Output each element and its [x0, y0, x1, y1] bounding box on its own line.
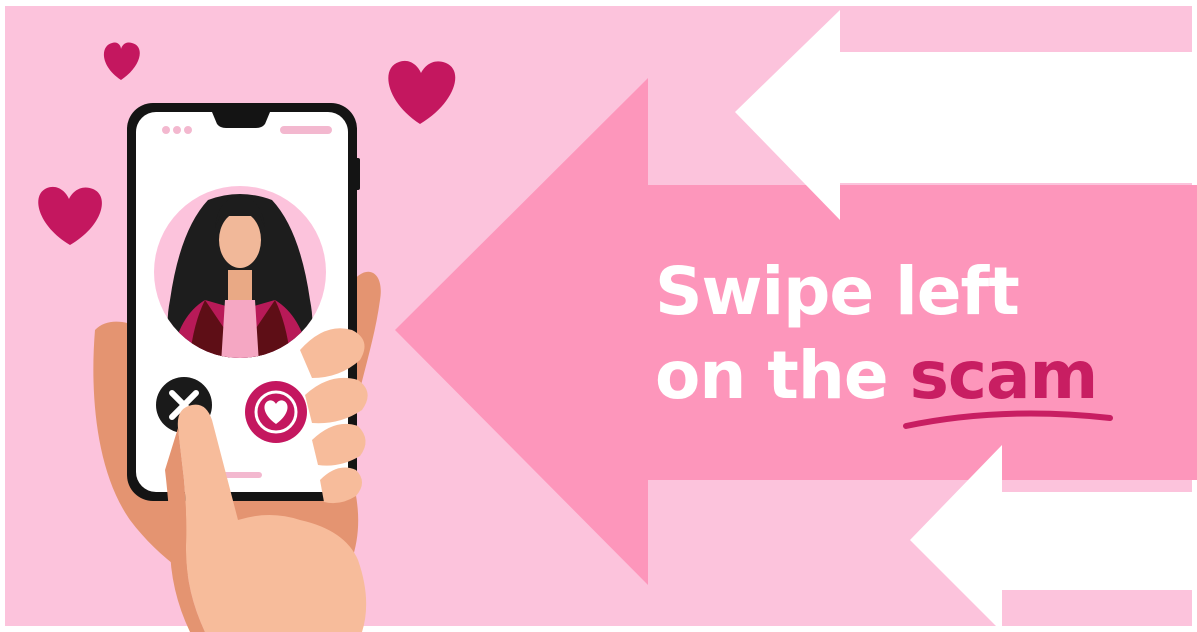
headline: Swipe left on the scam [655, 250, 1175, 429]
headline-accent-word: scam [902, 334, 1113, 429]
accent-underline [902, 410, 1113, 429]
headline-prefix: on the [655, 337, 910, 414]
headline-line-2: on the scam [655, 334, 1175, 429]
like-button[interactable] [245, 381, 307, 443]
headline-line-1: Swipe left [655, 253, 1020, 330]
